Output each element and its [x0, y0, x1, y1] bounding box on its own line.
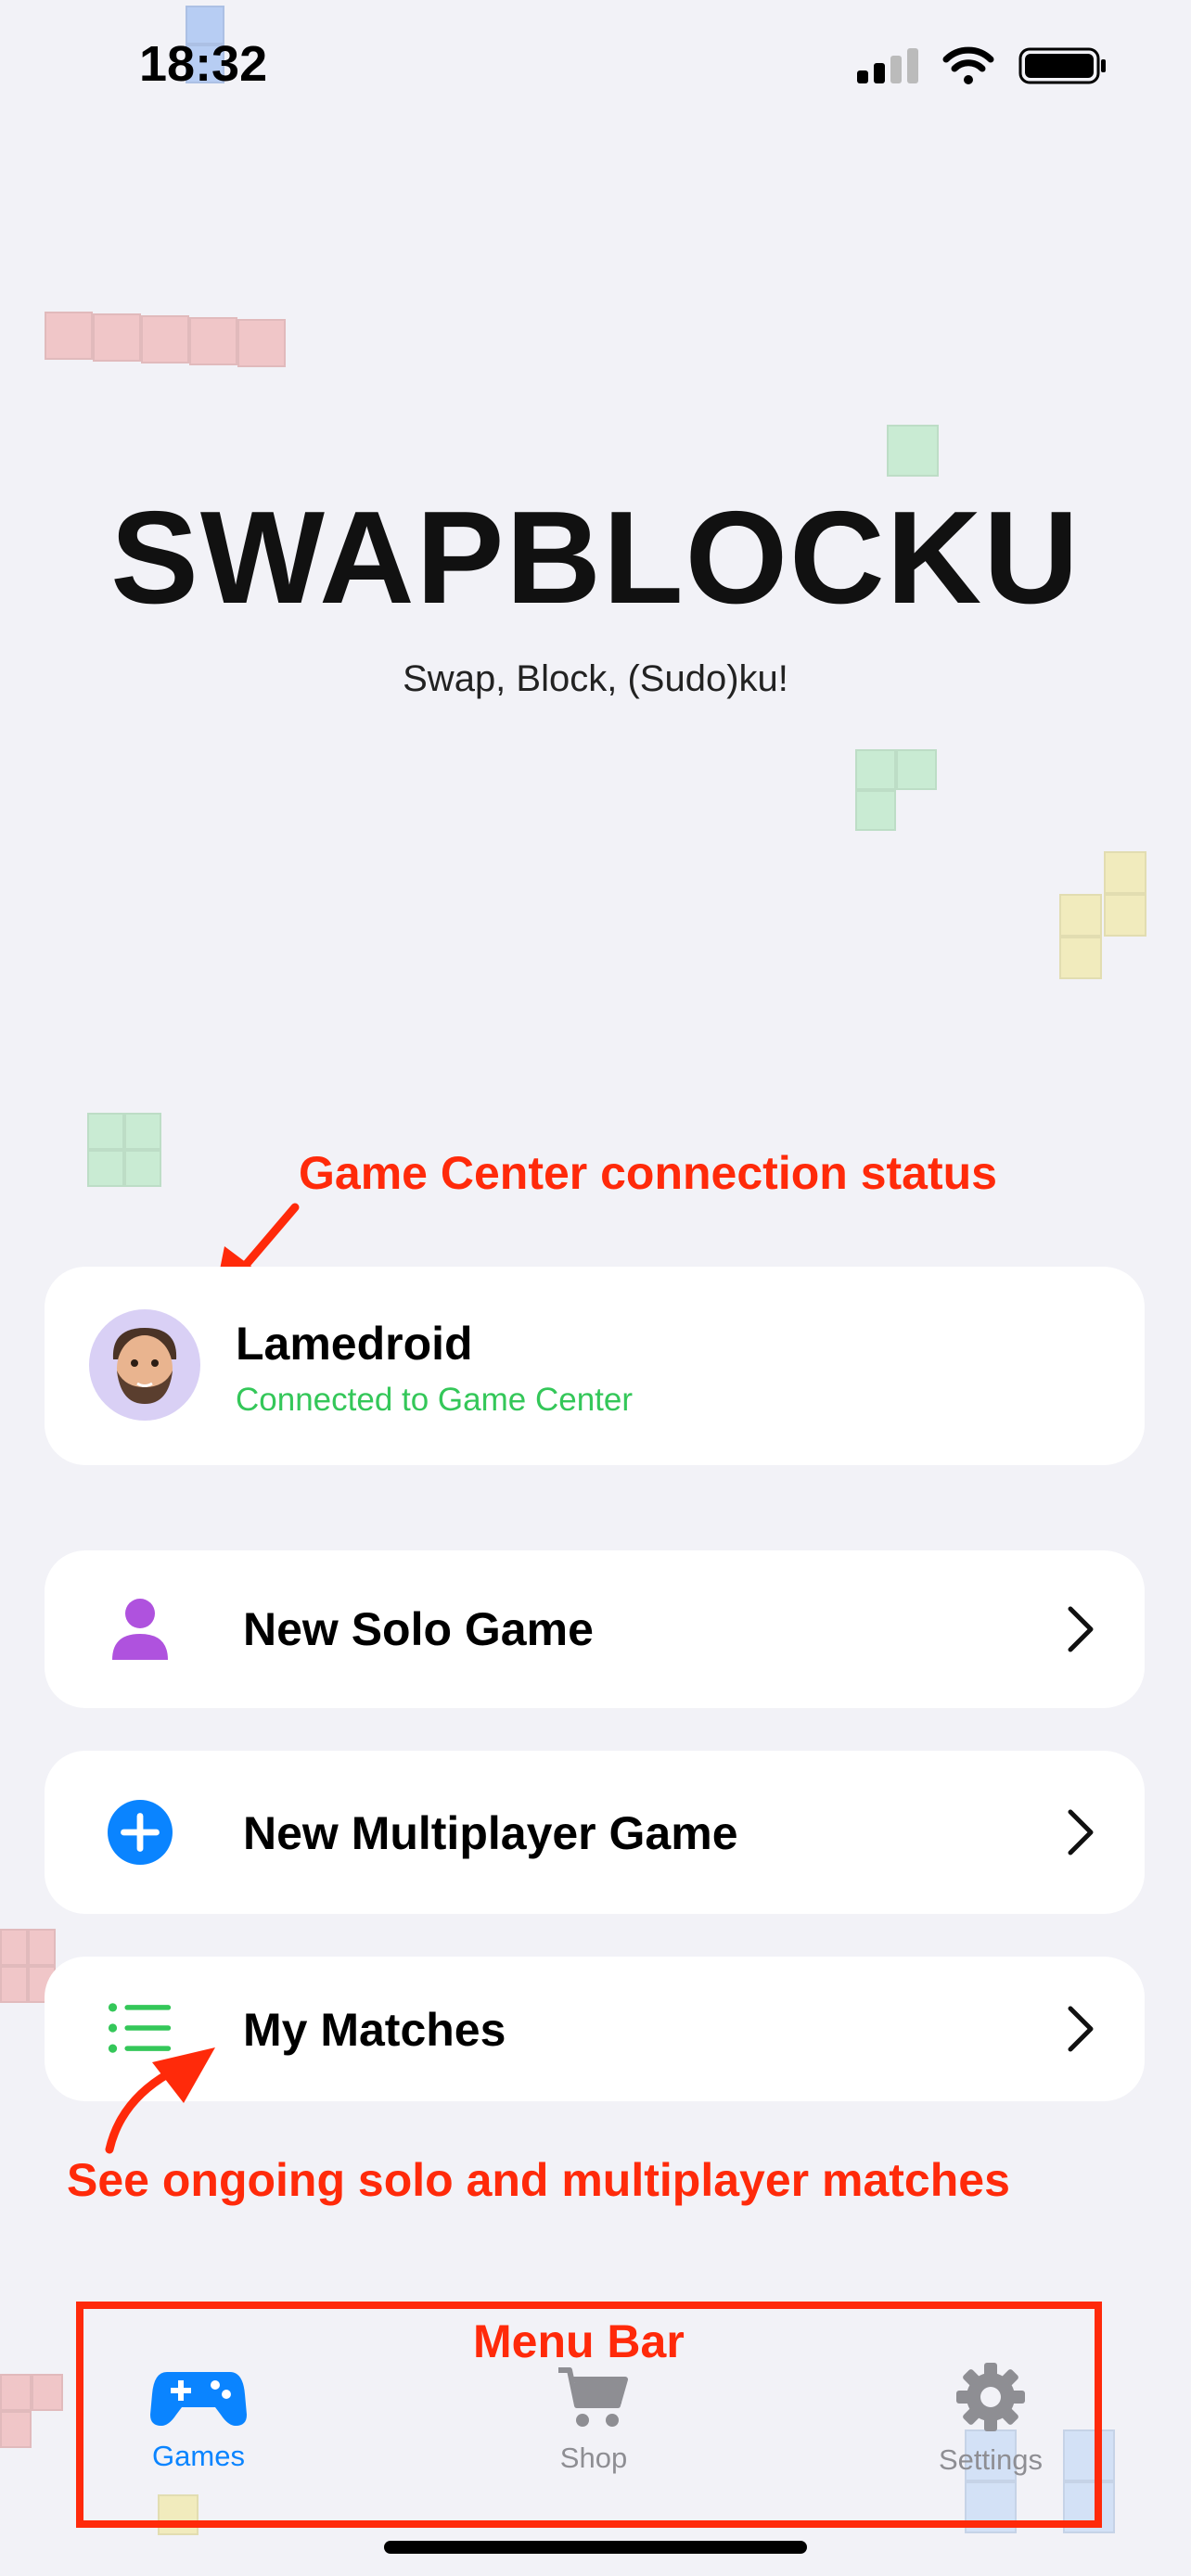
app-subtitle: Swap, Block, (Sudo)ku! [403, 658, 788, 699]
new-multiplayer-game-button[interactable]: New Multiplayer Game [45, 1751, 1145, 1914]
new-solo-game-label: New Solo Game [243, 1603, 594, 1655]
profile-card[interactable]: Lamedroid Connected to Game Center [45, 1267, 1145, 1465]
cart-icon [558, 2367, 628, 2427]
chevron-right-icon [1068, 2006, 1094, 2052]
tab-settings-label: Settings [938, 2443, 1043, 2476]
battery-icon [1018, 47, 1106, 84]
app-title: SWAPBLOCKU [110, 484, 1081, 631]
chevron-right-icon [1068, 1606, 1094, 1652]
gear-icon [956, 2363, 1025, 2431]
annotation-menubar: Menu Bar [473, 2315, 685, 2367]
avatar [89, 1309, 200, 1421]
gamecontroller-icon [150, 2372, 247, 2426]
tab-settings[interactable]: Settings [889, 2363, 1093, 2477]
annotation-matches: See ongoing solo and multiplayer matches [67, 2154, 1010, 2206]
person-icon [108, 1597, 173, 1662]
chevron-right-icon [1068, 1809, 1094, 1855]
annotation-gamecenter: Game Center connection status [299, 1147, 997, 1199]
tab-games-label: Games [152, 2440, 245, 2472]
memoji-avatar-icon [112, 1328, 177, 1404]
home-indicator[interactable] [384, 2541, 807, 2554]
cellular-signal-icon [857, 48, 918, 83]
tab-shop-label: Shop [559, 2442, 628, 2474]
my-matches-label: My Matches [243, 2004, 506, 2056]
gamecenter-status: Connected to Game Center [236, 1382, 634, 1418]
status-icons [857, 46, 1108, 85]
annotation-arrow-matches [105, 2047, 215, 2154]
plus-circle-icon [108, 1800, 173, 1865]
wifi-icon [942, 46, 994, 84]
tab-shop[interactable]: Shop [492, 2365, 696, 2475]
profile-name: Lamedroid [236, 1318, 473, 1370]
tab-games[interactable]: Games [96, 2366, 301, 2473]
status-time: 18:32 [139, 36, 268, 92]
new-multiplayer-game-label: New Multiplayer Game [243, 1807, 738, 1859]
new-solo-game-button[interactable]: New Solo Game [45, 1550, 1145, 1708]
